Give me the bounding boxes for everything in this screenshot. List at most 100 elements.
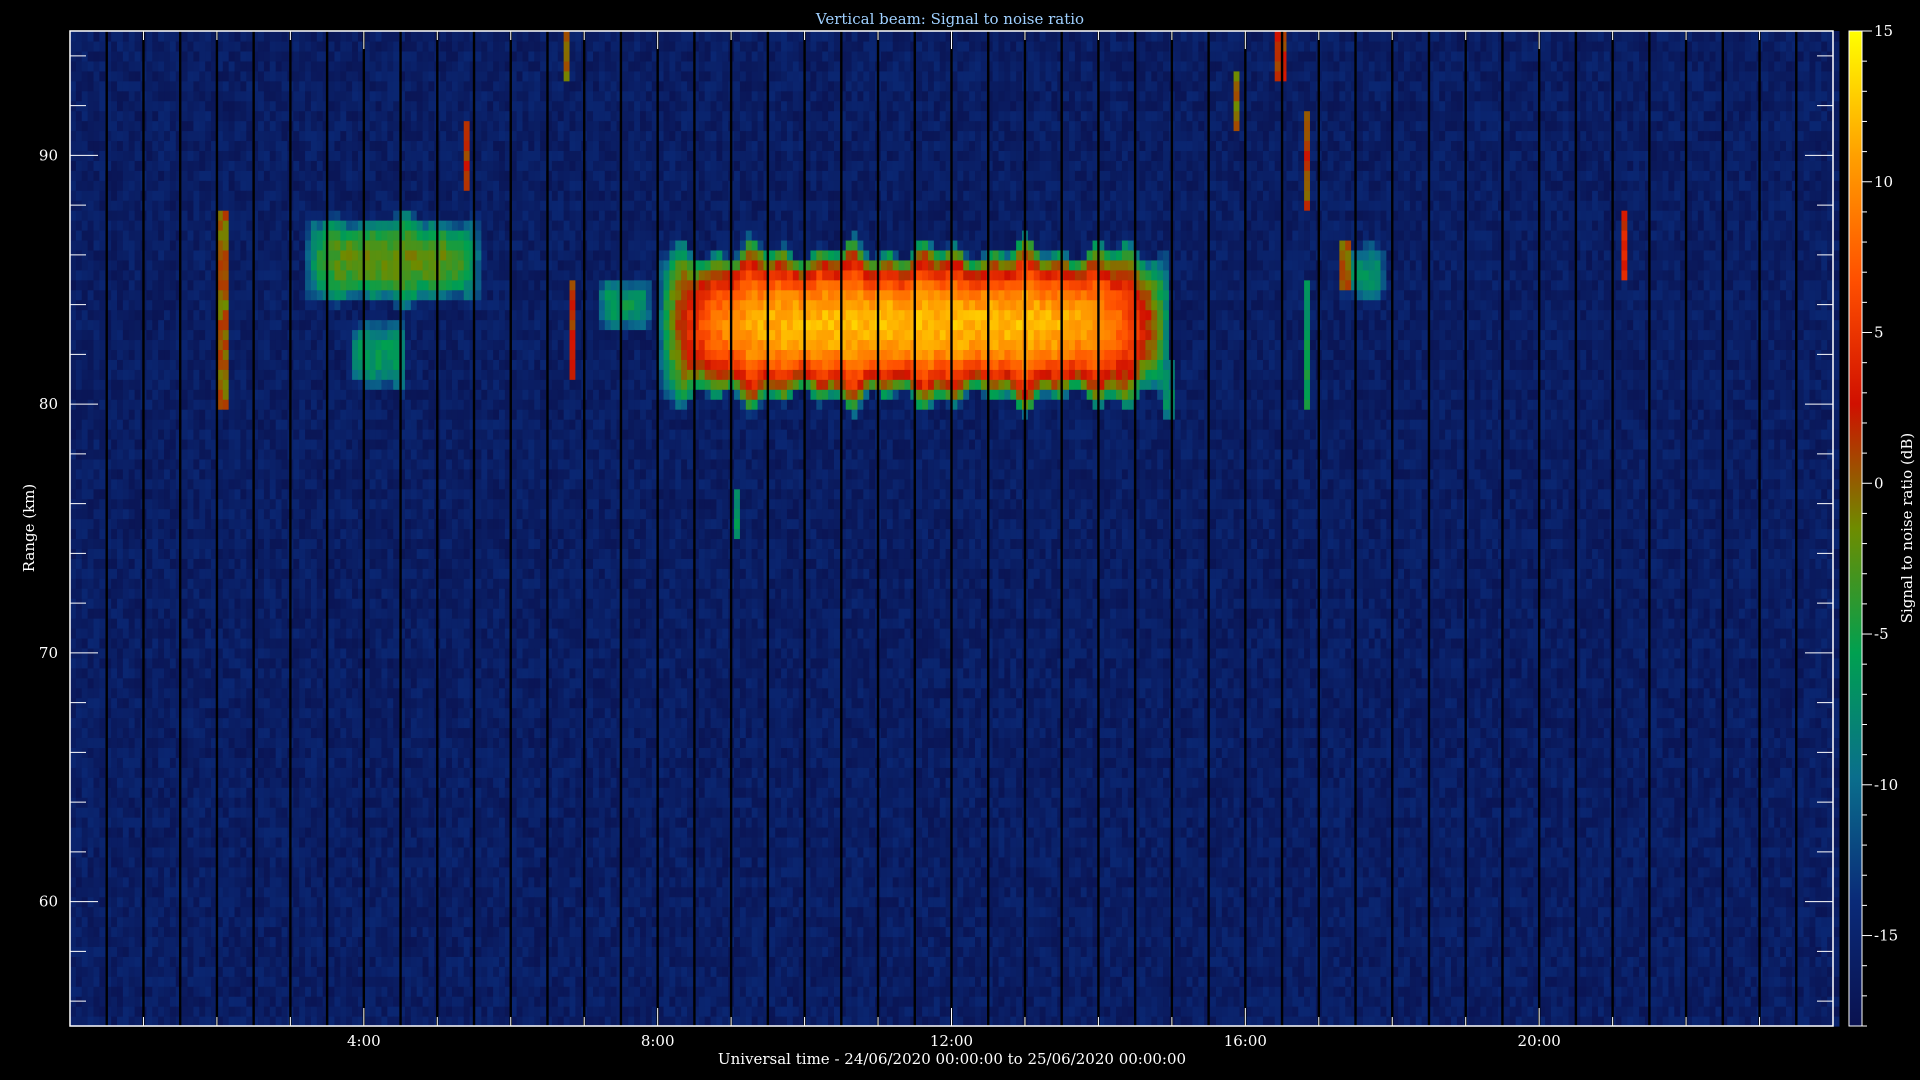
heatmap-cell [264,310,270,321]
heatmap-cell [276,608,282,619]
heatmap-cell [340,180,346,191]
heatmap-cell [235,509,241,520]
heatmap-cell [246,658,252,669]
heatmap-cell [94,419,100,430]
heatmap-cell [123,757,129,768]
heatmap-cell [329,797,335,808]
heatmap-cell [94,847,100,858]
heatmap-cell [258,519,264,530]
heatmap-cell [276,31,282,42]
heatmap-cell [199,339,205,350]
heatmap-cell [135,827,141,838]
heatmap-cell [229,857,235,868]
heatmap-cell [299,728,305,739]
heatmap-cell [240,737,246,748]
heatmap-cell [235,310,241,321]
heatmap-cell [82,41,88,52]
heatmap-cell [158,469,164,480]
heatmap-cell [199,568,205,579]
heatmap-cell [117,767,123,778]
heatmap-cell [188,389,194,400]
heatmap-cell [205,449,211,460]
heatmap-cell [123,538,129,549]
heatmap-cell [135,349,141,360]
heatmap-cell [99,966,105,977]
heatmap-cell [99,638,105,649]
heatmap-cell [352,101,358,112]
heatmap-cell [293,817,299,828]
heatmap-cell [223,887,229,898]
heatmap-cell [223,728,229,739]
heatmap-cell [229,568,235,579]
heatmap-cell [311,399,317,410]
heatmap-cell [164,240,170,251]
heatmap-cell [229,787,235,798]
heatmap-cell [311,708,317,719]
heatmap-cell [199,260,205,271]
heatmap-cell [223,618,229,629]
heatmap-cell [146,698,152,709]
heatmap-cell [94,986,100,997]
heatmap-cell [129,529,135,540]
heatmap-cell [305,887,311,898]
heatmap-cell [352,588,358,599]
heatmap-cell [305,927,311,938]
heatmap-cell [94,688,100,699]
heatmap-cell [82,767,88,778]
heatmap-cell [111,618,117,629]
heatmap-cell [276,51,282,62]
heatmap-cell [70,757,76,768]
heatmap-cell [264,907,270,918]
heatmap-cell [258,767,264,778]
heatmap-cell [164,131,170,142]
heatmap-cell [82,827,88,838]
heatmap-cell [311,409,317,420]
heatmap-cell [346,31,352,42]
heatmap-cell [111,578,117,589]
heatmap-cell [129,439,135,450]
heatmap-cell [111,509,117,520]
heatmap-cell [188,409,194,420]
heatmap-cell [193,61,199,72]
heatmap-cell [152,180,158,191]
heatmap-cell [111,290,117,301]
heatmap-cell [188,200,194,211]
heatmap-cell [223,867,229,878]
heatmap-cell [94,708,100,719]
heatmap-cell [158,777,164,788]
heatmap-cell [334,41,340,52]
heatmap-cell [135,121,141,132]
heatmap-cell [240,618,246,629]
heatmap-cell [170,51,176,62]
heatmap-cell [293,310,299,321]
heatmap-cell [311,190,317,201]
heatmap-cell [135,1016,141,1027]
heatmap-cell [240,538,246,549]
heatmap-cell [264,638,270,649]
heatmap-cell [240,320,246,331]
heatmap-cell [264,718,270,729]
heatmap-cell [340,389,346,400]
heatmap-cell [82,787,88,798]
heatmap-cell [135,907,141,918]
heatmap-cell [123,857,129,868]
heatmap-cell [282,509,288,520]
heatmap-cell [117,797,123,808]
heatmap-cell [182,220,188,231]
heatmap-cell [188,558,194,569]
heatmap-cell [158,41,164,52]
heatmap-cell [123,71,129,82]
heatmap-cell [276,170,282,181]
heatmap-cell [170,399,176,410]
heatmap-cell [205,588,211,599]
heatmap-cell [270,668,276,679]
heatmap-cell [146,986,152,997]
heatmap-cell [340,479,346,490]
heatmap-cell [276,519,282,530]
heatmap-cell [76,489,82,500]
heatmap-cell [82,280,88,291]
heatmap-cell [205,927,211,938]
heatmap-cell [299,887,305,898]
heatmap-cell [129,857,135,868]
heatmap-cell [346,409,352,420]
